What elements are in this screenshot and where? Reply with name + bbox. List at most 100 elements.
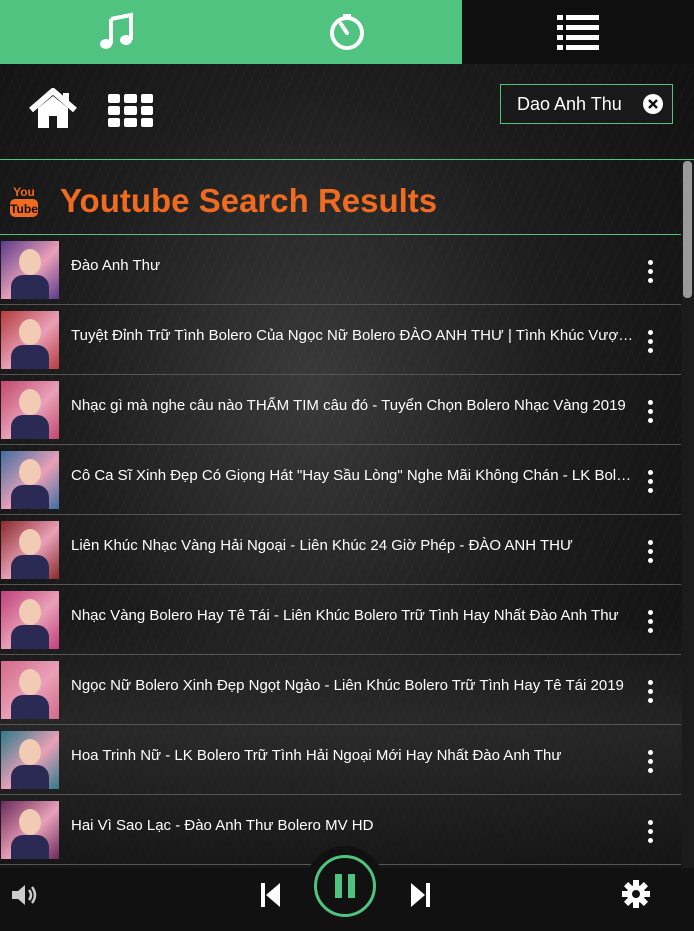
more-options-dot (648, 488, 653, 493)
youtube-logo-icon: You Tube (10, 185, 38, 217)
result-title[interactable]: Nhạc Vàng Bolero Hay Tê Tái - Liên Khúc … (71, 607, 637, 624)
more-options-dot (648, 330, 653, 335)
search-input[interactable] (501, 92, 644, 116)
thumbnail-figure-body (11, 275, 49, 299)
result-item[interactable]: Cô Ca Sĩ Xinh Đẹp Có Giọng Hát "Hay Sầu … (0, 445, 681, 515)
result-item[interactable]: Nhạc gì mà nghe câu nào THẤM TIM câu đó … (0, 375, 681, 445)
more-options-dot (648, 680, 653, 685)
video-thumbnail (1, 521, 59, 579)
more-options-dot (648, 260, 653, 265)
play-pause-ring (314, 855, 376, 917)
result-title[interactable]: Hai Vì Sao Lạc - Đào Anh Thư Bolero MV H… (71, 817, 637, 834)
top-tab-bar (0, 0, 694, 64)
timer-icon (329, 14, 364, 50)
more-options-dot (648, 278, 653, 283)
thumbnail-figure-body (11, 765, 49, 789)
video-thumbnail (1, 591, 59, 649)
pause-icon (335, 874, 355, 898)
thumbnail-figure (19, 319, 41, 345)
more-options-dot (648, 418, 653, 423)
result-title[interactable]: Cô Ca Sĩ Xinh Đẹp Có Giọng Hát "Hay Sầu … (71, 467, 637, 484)
grid-menu-button[interactable] (108, 94, 154, 133)
tab-timer[interactable] (231, 0, 462, 64)
video-thumbnail (1, 451, 59, 509)
thumbnail-figure-body (11, 415, 49, 439)
more-options-dot (648, 549, 653, 554)
more-options-icon[interactable] (645, 400, 657, 424)
result-item[interactable]: Liên Khúc Nhạc Vàng Hải Ngoại - Liên Khú… (0, 515, 681, 585)
more-options-dot (648, 400, 653, 405)
thumbnail-figure-body (11, 555, 49, 579)
more-options-dot (648, 470, 653, 475)
previous-track-icon[interactable] (261, 882, 281, 908)
more-options-icon[interactable] (645, 610, 657, 634)
more-options-dot (648, 829, 653, 834)
more-options-dot (648, 689, 653, 694)
video-thumbnail (1, 381, 59, 439)
thumbnail-figure (19, 459, 41, 485)
more-options-dot (648, 409, 653, 414)
home-icon (29, 87, 77, 128)
thumbnail-figure-body (11, 695, 49, 719)
more-options-dot (648, 768, 653, 773)
video-thumbnail (1, 311, 59, 369)
thumbnail-figure (19, 599, 41, 625)
result-title[interactable]: Hoa Trinh Nữ - LK Bolero Trữ Tình Hải Ng… (71, 747, 637, 764)
more-options-dot (648, 838, 653, 843)
result-title[interactable]: Tuyệt Đỉnh Trữ Tình Bolero Của Ngọc Nữ B… (71, 327, 637, 344)
more-options-dot (648, 759, 653, 764)
divider (0, 159, 694, 160)
thumbnail-figure-body (11, 835, 49, 859)
result-title[interactable]: Nhạc gì mà nghe câu nào THẤM TIM câu đó … (71, 397, 637, 414)
thumbnail-figure (19, 529, 41, 555)
result-title[interactable]: Ngọc Nữ Bolero Xinh Đẹp Ngọt Ngào - Liên… (71, 677, 637, 694)
more-options-icon[interactable] (645, 330, 657, 354)
more-options-dot (648, 698, 653, 703)
more-options-icon[interactable] (645, 820, 657, 844)
more-options-dot (648, 628, 653, 633)
tab-playlist[interactable] (462, 0, 694, 64)
result-item[interactable]: Đào Anh Thư (0, 235, 681, 305)
more-options-icon[interactable] (645, 260, 657, 284)
result-title[interactable]: Liên Khúc Nhạc Vàng Hải Ngoại - Liên Khú… (71, 537, 637, 554)
settings-gear-icon[interactable] (622, 880, 650, 908)
video-thumbnail (1, 731, 59, 789)
video-thumbnail (1, 661, 59, 719)
more-options-icon[interactable] (645, 470, 657, 494)
grid-icon (108, 94, 153, 127)
play-pause-button[interactable] (305, 846, 385, 926)
more-options-dot (648, 558, 653, 563)
svg-text:You: You (13, 185, 35, 199)
scrollbar-thumb[interactable] (683, 161, 692, 298)
next-track-icon[interactable] (410, 882, 430, 908)
more-options-icon[interactable] (645, 750, 657, 774)
results-list: Đào Anh Thư Tuyệt Đỉnh Trữ Tình Bolero Củ… (0, 235, 681, 865)
video-thumbnail (1, 241, 59, 299)
thumbnail-figure-body (11, 625, 49, 649)
more-options-dot (648, 619, 653, 624)
more-options-dot (648, 540, 653, 545)
thumbnail-figure (19, 739, 41, 765)
thumbnail-figure (19, 389, 41, 415)
more-options-icon[interactable] (645, 540, 657, 564)
result-item[interactable]: Nhạc Vàng Bolero Hay Tê Tái - Liên Khúc … (0, 585, 681, 655)
thumbnail-figure (19, 809, 41, 835)
tab-music[interactable] (0, 0, 231, 64)
result-item[interactable]: Ngọc Nữ Bolero Xinh Đẹp Ngọt Ngào - Liên… (0, 655, 681, 725)
volume-icon[interactable] (10, 882, 40, 908)
search-box (500, 84, 673, 124)
more-options-dot (648, 269, 653, 274)
more-options-dot (648, 348, 653, 353)
more-options-dot (648, 820, 653, 825)
more-options-dot (648, 750, 653, 755)
result-item[interactable]: Tuyệt Đỉnh Trữ Tình Bolero Của Ngọc Nữ B… (0, 305, 681, 375)
result-item[interactable]: Hoa Trinh Nữ - LK Bolero Trữ Tình Hải Ng… (0, 725, 681, 795)
more-options-dot (648, 339, 653, 344)
thumbnail-figure-body (11, 345, 49, 369)
more-options-icon[interactable] (645, 680, 657, 704)
page-title: Youtube Search Results (60, 182, 438, 219)
more-options-dot (648, 610, 653, 615)
home-button[interactable] (28, 87, 78, 135)
clear-search-button[interactable] (643, 94, 663, 114)
result-title[interactable]: Đào Anh Thư (71, 257, 637, 274)
